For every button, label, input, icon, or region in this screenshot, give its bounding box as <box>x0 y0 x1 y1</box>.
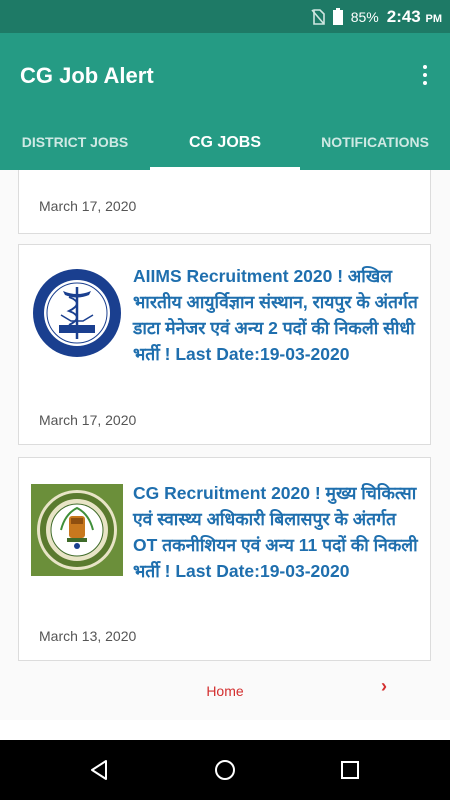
chevron-right-icon[interactable]: › <box>381 676 387 697</box>
recents-icon[interactable] <box>338 758 362 782</box>
job-card[interactable]: 2020 March 17, 2020 <box>18 170 431 234</box>
clock-time: 2:43 <box>386 6 421 26</box>
battery-percent: 85% <box>350 8 379 25</box>
tab-notifications[interactable]: NOTIFICATIONS <box>300 121 450 170</box>
job-card[interactable]: CG Recruitment 2020 ! मुख्य चिकित्सा एवं… <box>18 457 431 661</box>
back-icon[interactable] <box>88 758 112 782</box>
tab-bar: DISTRICT JOBS CG JOBS NOTIFICATIONS <box>0 121 450 170</box>
no-sim-icon <box>311 8 325 25</box>
tab-cg-jobs[interactable]: CG JOBS <box>150 121 300 170</box>
clock-ampm: PM <box>425 12 443 25</box>
job-card[interactable]: AIIMS Recruitment 2020 ! अखिल भारतीय आयु… <box>18 244 431 445</box>
status-bar: 85% 2:43 PM <box>0 0 450 33</box>
job-list: 2020 March 17, 2020 AIIMS Recruitment 20… <box>0 170 450 720</box>
more-vert-icon[interactable] <box>420 65 430 89</box>
tab-district-jobs[interactable]: DISTRICT JOBS <box>0 121 150 170</box>
app-title: CG Job Alert <box>20 63 154 88</box>
chhattisgarh-emblem <box>31 484 123 576</box>
app-bar: CG Job Alert DISTRICT JOBS CG JOBS NOTIF… <box>0 33 450 170</box>
pagination: Home › <box>0 668 450 708</box>
system-nav-bar <box>0 740 450 800</box>
home-circle-icon[interactable] <box>213 758 237 782</box>
aiims-logo <box>31 267 123 359</box>
job-date: March 13, 2020 <box>39 628 137 644</box>
job-date: March 17, 2020 <box>39 198 137 214</box>
status-icons: 85% 2:43 PM <box>311 0 442 33</box>
battery-icon <box>332 8 343 25</box>
clock: 2:43 PM <box>387 7 442 27</box>
job-date: March 17, 2020 <box>39 412 137 428</box>
